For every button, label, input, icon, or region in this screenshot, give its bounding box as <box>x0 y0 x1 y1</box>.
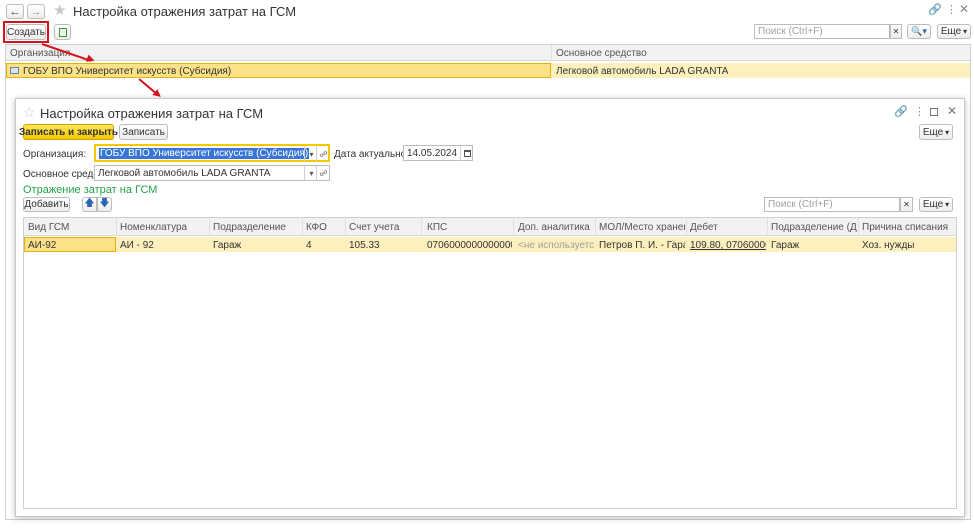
open-link-icon: ☍ <box>319 168 328 178</box>
dialog-close-icon[interactable]: ✕ <box>947 104 957 118</box>
org-open-button[interactable]: ☍ <box>316 146 330 162</box>
col-kfo[interactable]: КФО <box>306 222 344 233</box>
dialog-search-input[interactable]: Поиск (Ctrl+F) <box>764 197 900 212</box>
clear-icon: ✕ <box>892 27 900 36</box>
copy-icon <box>58 27 67 37</box>
col-extra-analytics[interactable]: Доп. аналитика <box>518 222 594 233</box>
row-org-icon <box>10 67 19 74</box>
dialog-maximize-icon[interactable] <box>930 108 938 116</box>
chevron-down-icon: ▾ <box>945 127 950 137</box>
arrow-right-icon: → <box>30 5 42 18</box>
favorite-star-icon[interactable]: ★ <box>53 1 66 19</box>
main-col-asset[interactable]: Основное средство <box>556 48 647 59</box>
cell-debit[interactable]: 109.80, 070600000... <box>690 240 766 251</box>
col-debit[interactable]: Дебет <box>690 222 766 233</box>
calendar-button[interactable] <box>460 145 474 161</box>
cell-fuel-type: АИ-92 <box>28 240 57 251</box>
col-department[interactable]: Подразделение <box>213 222 301 233</box>
forward-button[interactable]: → <box>27 4 45 19</box>
cell-nomenclature: АИ - 92 <box>120 240 154 251</box>
section-title: Отражение затрат на ГСМ <box>23 184 158 196</box>
copy-button[interactable] <box>54 24 71 40</box>
fuel-table: Вид ГСМ Номенклатура Подразделение КФО С… <box>23 217 957 509</box>
main-more-button[interactable]: Еще ▾ <box>937 24 971 39</box>
main-search-input[interactable]: Поиск (Ctrl+F) <box>754 24 890 39</box>
link-icon[interactable]: 🔗 <box>928 3 942 16</box>
cell-kps: 0706000000000000 <box>427 240 512 251</box>
dialog-window: ☆ Настройка отражения затрат на ГСМ 🔗 ⋮ … <box>15 98 965 517</box>
col-kps[interactable]: КПС <box>427 222 512 233</box>
dialog-favorite-star-icon[interactable]: ☆ <box>23 104 36 121</box>
save-button[interactable]: Записать <box>119 124 168 140</box>
asset-open-button[interactable]: ☍ <box>316 165 330 181</box>
add-button[interactable]: Добавить <box>23 197 70 212</box>
calendar-icon <box>464 149 471 157</box>
dialog-title: Настройка отражения затрат на ГСМ <box>40 106 264 121</box>
dialog-more-vertical-icon[interactable]: ⋮ <box>914 105 925 118</box>
search-icon: 🔍▾ <box>911 26 927 36</box>
dialog-more-button[interactable]: Еще ▾ <box>919 124 953 140</box>
dialog-table-more-button[interactable]: Еще ▾ <box>919 197 953 212</box>
move-down-button[interactable]: 🡇 <box>97 197 112 212</box>
cell-write-off-reason: Хоз. нужды <box>862 240 915 251</box>
move-up-button[interactable]: 🡅 <box>82 197 97 212</box>
main-row-org: ГОБУ ВПО Университет искусств (Субсидия) <box>23 66 232 77</box>
arrow-down-icon: 🡇 <box>99 198 110 209</box>
dialog-link-icon[interactable]: 🔗 <box>894 105 908 118</box>
cell-kfo: 4 <box>306 240 312 251</box>
col-account[interactable]: Счет учета <box>349 222 419 233</box>
close-icon[interactable]: ✕ <box>959 2 969 16</box>
clear-icon: ✕ <box>903 200 910 209</box>
main-list-header <box>6 45 970 61</box>
col-nomenclature[interactable]: Номенклатура <box>120 222 208 233</box>
chevron-down-icon: ▾ <box>963 27 968 36</box>
col-fuel-type[interactable]: Вид ГСМ <box>28 222 113 233</box>
arrow-up-icon: 🡅 <box>84 198 95 209</box>
col-department-debit[interactable]: Подразделение (Дт) <box>771 222 857 233</box>
main-search-button[interactable]: 🔍▾ <box>907 24 931 39</box>
create-button[interactable]: Создать <box>6 24 46 40</box>
asset-field[interactable]: Легковой автомобиль LADA GRANTA <box>94 165 330 181</box>
back-button[interactable]: ← <box>6 4 24 19</box>
main-search-clear-button[interactable]: ✕ <box>890 24 902 39</box>
org-label: Организация: <box>23 149 87 160</box>
org-field[interactable]: ГОБУ ВПО Университет искусств (Субсидия) <box>94 144 330 162</box>
chevron-down-icon: ▾ <box>945 200 950 209</box>
main-row-asset: Легковой автомобиль LADA GRANTA <box>556 66 729 77</box>
dialog-search-clear-button[interactable]: ✕ <box>900 197 913 212</box>
save-and-close-button[interactable]: Записать и закрыть <box>19 124 118 140</box>
open-link-icon: ☍ <box>319 149 328 159</box>
cell-extra-analytics: <не используется> <box>518 240 594 251</box>
arrow-left-icon: ← <box>9 5 21 18</box>
cell-storage-location: Петров П. И. - Гараж <box>599 240 685 251</box>
cell-department-debit: Гараж <box>771 240 800 251</box>
cell-account: 105.33 <box>349 240 380 251</box>
cell-department: Гараж <box>213 240 242 251</box>
col-storage-location[interactable]: МОЛ/Место хранени... <box>599 222 685 233</box>
page-title: Настройка отражения затрат на ГСМ <box>73 4 297 19</box>
col-write-off-reason[interactable]: Причина списания <box>862 222 952 233</box>
more-vertical-icon[interactable]: ⋮ <box>946 3 957 16</box>
